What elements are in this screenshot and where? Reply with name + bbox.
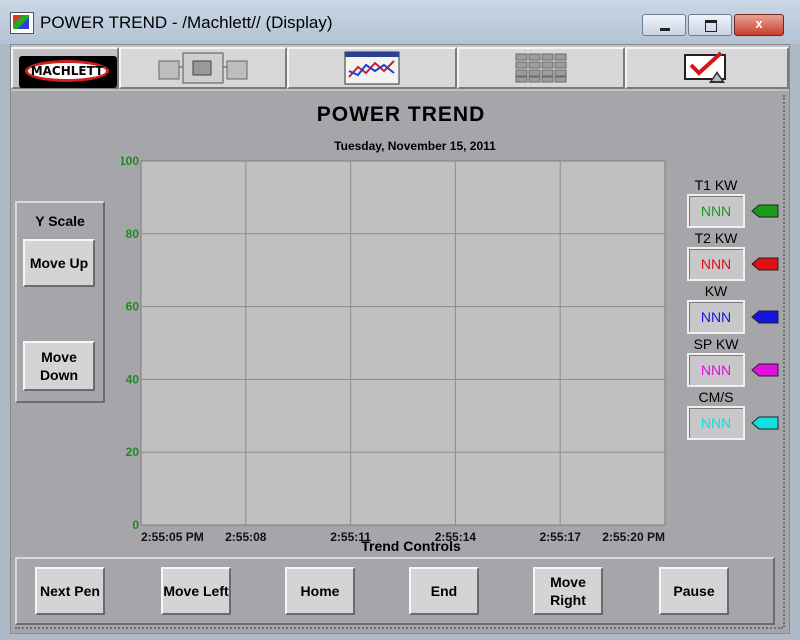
y-axis-ticks: 100 80 60 40 20 0 bbox=[121, 154, 139, 532]
machine-icon bbox=[158, 52, 248, 84]
move-down-label-1: Move bbox=[41, 349, 77, 365]
button-label: Right bbox=[550, 592, 586, 608]
trend-controls-panel: Next Pen Move Left Home End Move Right Pause bbox=[15, 557, 775, 625]
x-tick-label: 2:55:20 PM bbox=[602, 530, 665, 544]
pen-name-label: T1 KW bbox=[694, 177, 738, 193]
trend-control-button[interactable]: Next Pen bbox=[35, 567, 105, 615]
button-label: Pause bbox=[673, 583, 715, 599]
pen-value-display[interactable]: NNN bbox=[687, 300, 745, 334]
trend-chart: 100806040200 2:55:05 PM 2:55:08 2:55:11 2:5… bbox=[121, 154, 666, 544]
pen-color-marker-icon bbox=[751, 363, 779, 377]
trend-control-button[interactable]: End bbox=[409, 567, 479, 615]
pen-color-marker-icon bbox=[751, 416, 779, 430]
y-tick-label: 20 bbox=[126, 445, 140, 459]
trend-chart-icon bbox=[344, 51, 400, 85]
trend-control-button[interactable]: Pause bbox=[659, 567, 729, 615]
app-icon bbox=[10, 12, 34, 34]
button-label: Move bbox=[550, 574, 586, 590]
display-area: MACHLETT POWER TREND Tuesday, November 1… bbox=[10, 44, 790, 634]
x-tick-label: 2:55:17 bbox=[540, 530, 582, 544]
logo-button[interactable]: MACHLETT bbox=[11, 47, 119, 89]
nav-alarm-button[interactable] bbox=[625, 47, 789, 89]
pen-color-marker-icon bbox=[751, 257, 779, 271]
trend-control-button[interactable]: Move Left bbox=[161, 567, 231, 615]
logo-text: MACHLETT bbox=[25, 60, 109, 82]
y-scale-panel: Y Scale Move Up Move Down bbox=[15, 201, 105, 403]
grid-table-icon bbox=[515, 53, 567, 83]
pen-name-label: SP KW bbox=[693, 336, 739, 352]
pen-name-label: T2 KW bbox=[694, 230, 738, 246]
pen-name-label: CM/S bbox=[698, 389, 734, 405]
nav-table-button[interactable] bbox=[457, 47, 625, 89]
checkmark-alarm-icon bbox=[684, 51, 726, 83]
frame-border-bottom bbox=[15, 627, 783, 629]
move-down-label-2: Down bbox=[39, 367, 79, 383]
button-label: Move Left bbox=[163, 583, 229, 599]
pen-color-marker-icon bbox=[751, 204, 779, 218]
maximize-button[interactable] bbox=[688, 14, 732, 36]
trend-control-button[interactable]: Home bbox=[285, 567, 355, 615]
nav-bar: MACHLETT bbox=[11, 45, 789, 91]
y-tick-label: 40 bbox=[126, 372, 140, 386]
y-tick-label: 60 bbox=[126, 300, 140, 314]
move-up-label: Move Up bbox=[29, 255, 89, 271]
button-label: Home bbox=[300, 583, 340, 599]
button-label: End bbox=[430, 583, 458, 599]
move-down-button[interactable]: Move Down bbox=[23, 341, 95, 391]
machlett-logo: MACHLETT bbox=[19, 56, 117, 88]
x-tick-label: 2:55:05 PM bbox=[141, 530, 204, 544]
screen-title: POWER TREND bbox=[316, 103, 486, 126]
y-tick-label: 80 bbox=[126, 227, 140, 241]
trend-controls-label: Trend Controls bbox=[361, 538, 461, 554]
minimize-button[interactable] bbox=[642, 14, 686, 36]
y-scale-label: Y Scale bbox=[35, 213, 85, 229]
app-window: POWER TREND - /Machlett// (Display) x MA… bbox=[0, 0, 800, 640]
move-up-button[interactable]: Move Up bbox=[23, 239, 95, 287]
close-button[interactable]: x bbox=[734, 14, 784, 36]
x-tick-label: 2:55:08 bbox=[225, 530, 267, 544]
pen-name-label: KW bbox=[704, 283, 728, 299]
screen-date: Tuesday, November 15, 2011 bbox=[334, 139, 496, 153]
plot-area[interactable] bbox=[140, 160, 666, 526]
window-title: POWER TREND - /Machlett// (Display) bbox=[40, 13, 333, 32]
frame-border-right bbox=[783, 95, 785, 627]
button-label: Next Pen bbox=[40, 583, 100, 599]
y-tick-label: 100 bbox=[121, 154, 139, 168]
pen-value-display[interactable]: NNN bbox=[687, 353, 745, 387]
title-bar[interactable]: POWER TREND - /Machlett// (Display) x bbox=[0, 0, 800, 44]
nav-trend-button[interactable] bbox=[287, 47, 457, 89]
pen-value-display[interactable]: NNN bbox=[687, 247, 745, 281]
trend-control-button[interactable]: Move Right bbox=[533, 567, 603, 615]
pen-value-display[interactable]: NNN bbox=[687, 194, 745, 228]
y-tick-label: 0 bbox=[132, 518, 139, 532]
nav-machine-button[interactable] bbox=[119, 47, 287, 89]
pen-color-marker-icon bbox=[751, 310, 779, 324]
pen-value-display[interactable]: NNN bbox=[687, 406, 745, 440]
